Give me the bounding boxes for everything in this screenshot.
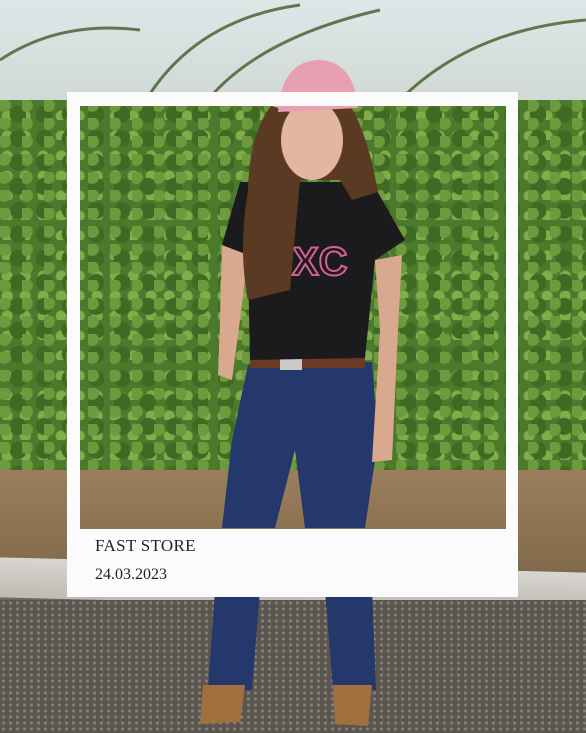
frame-left <box>67 92 80 597</box>
caption-title: FAST STORE <box>95 536 196 555</box>
polaroid-frame: FAST STORE 24.03.2023 <box>67 92 518 597</box>
caption-date: 24.03.2023 <box>95 566 167 583</box>
frame-top <box>67 92 518 106</box>
frame-right <box>506 92 518 597</box>
